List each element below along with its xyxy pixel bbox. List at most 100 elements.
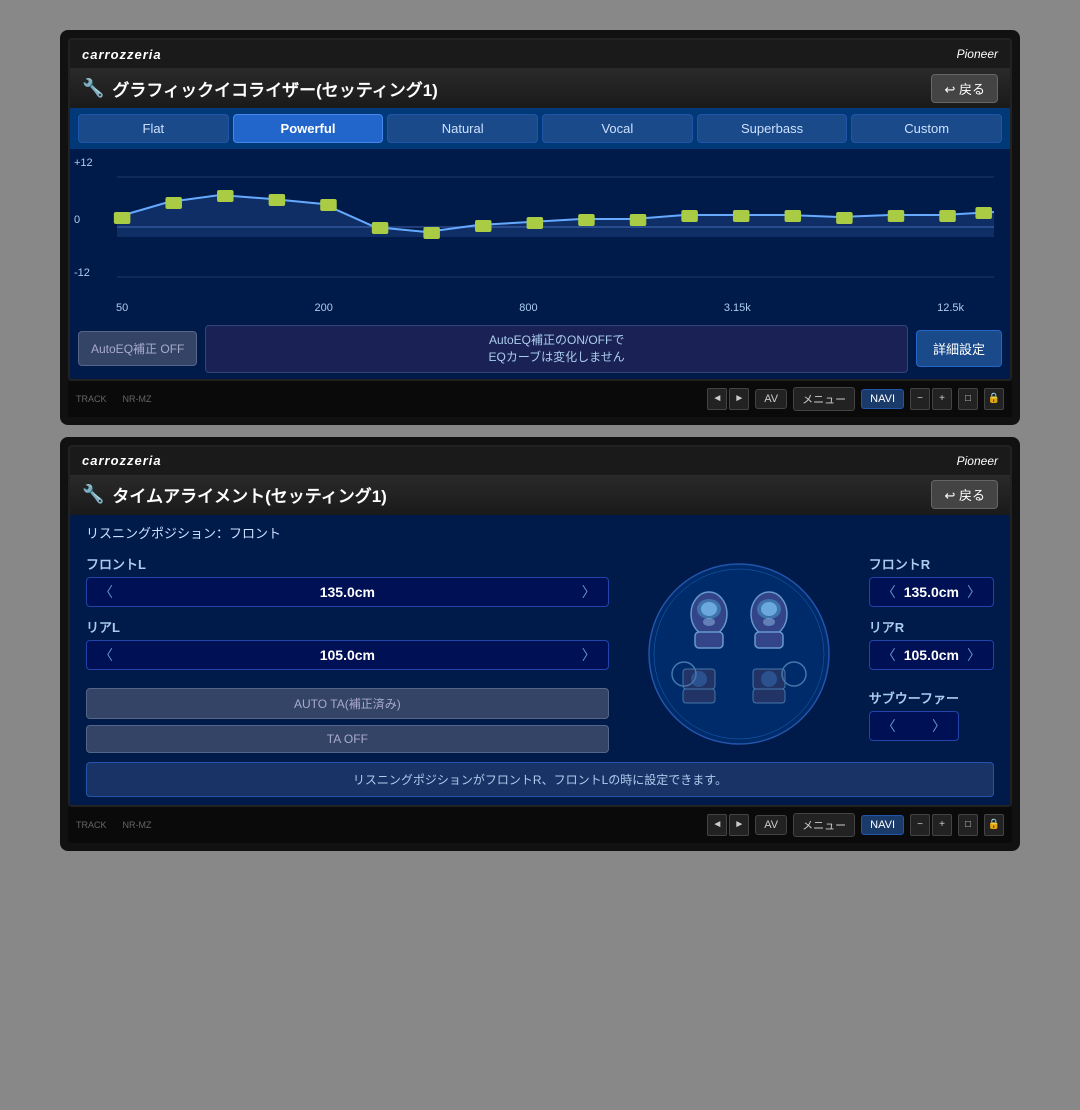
- ta-content: リスニングポジション：フロント フロントL 〈 135.0cm 〉: [70, 515, 1010, 805]
- eq-chart-svg: [86, 157, 994, 297]
- rear-r-value: 105.0cm: [904, 647, 959, 663]
- wrench-icon-bottom: 🔧: [82, 484, 104, 505]
- extra-btn-2[interactable]: 🔒: [984, 388, 1004, 410]
- top-screen: carrozzeria Pioneer 🔧 グラフィックイコライザー(セッティン…: [68, 38, 1012, 381]
- eq-freq-labels: 50 200 800 3.15k 12.5k: [86, 302, 994, 314]
- front-l-value: 135.0cm: [121, 584, 574, 600]
- freq-12k5: 12.5k: [937, 302, 964, 314]
- title-left-top: 🔧 グラフィックイコライザー(セッティング1): [82, 76, 438, 101]
- rear-r-down[interactable]: 〈: [878, 645, 900, 665]
- navi-button-bottom[interactable]: NAVI: [861, 815, 904, 835]
- y-label-minus12: -12: [74, 267, 90, 279]
- front-l-down[interactable]: 〈: [95, 582, 117, 602]
- autoeq-button[interactable]: AutoEQ補正 OFF: [78, 331, 197, 366]
- front-l-row: 〈 135.0cm 〉: [86, 577, 609, 607]
- ta-off-button[interactable]: TA OFF: [86, 725, 609, 753]
- bottom-device-unit: carrozzeria Pioneer 🔧 タイムアライメント(セッティング1)…: [60, 437, 1020, 851]
- vol-up-button[interactable]: +: [932, 388, 952, 410]
- extra-btn-1[interactable]: □: [958, 388, 978, 410]
- front-l-up[interactable]: 〉: [578, 582, 600, 602]
- ta-center-illustration: [609, 554, 869, 754]
- brand-right-bottom: Pioneer: [957, 454, 998, 468]
- model-text: NR-MZ: [123, 394, 152, 404]
- menu-button-top[interactable]: メニュー: [793, 387, 855, 411]
- eq-chart-area: +12 0 -12: [70, 149, 1010, 319]
- top-device-unit: carrozzeria Pioneer 🔧 グラフィックイコライザー(セッティン…: [60, 30, 1020, 425]
- av-button-bottom[interactable]: AV: [755, 815, 787, 835]
- tab-powerful[interactable]: Powerful: [233, 114, 384, 143]
- av-button-top[interactable]: AV: [755, 389, 787, 409]
- navi-button-top[interactable]: NAVI: [861, 389, 904, 409]
- sub-row: 〈 〉: [869, 711, 959, 741]
- freq-200: 200: [315, 302, 333, 314]
- title-bar-bottom: 🔧 タイムアライメント(セッティング1) ↩ 戻る: [70, 475, 1010, 515]
- ctrl-arrows-top: ◄ ►: [707, 388, 749, 410]
- vol-arrows-bottom: − +: [910, 814, 952, 836]
- vol-up-button-bottom[interactable]: +: [932, 814, 952, 836]
- ta-left-controls: フロントL 〈 135.0cm 〉 リアL 〈 105.0cm: [86, 554, 609, 754]
- ta-position-label: リスニングポジション：フロント: [86, 523, 994, 542]
- model-text-bottom: NR-MZ: [123, 820, 152, 830]
- rear-l-up[interactable]: 〉: [578, 645, 600, 665]
- autoeq-info: AutoEQ補正のON/OFFでEQカーブは変化しません: [205, 325, 908, 373]
- detail-button[interactable]: 詳細設定: [916, 330, 1002, 367]
- back-button-bottom[interactable]: ↩ 戻る: [931, 480, 998, 509]
- ctrl-info-bottom: TRACK NR-MZ: [76, 820, 152, 830]
- title-left-bottom: 🔧 タイムアライメント(セッティング1): [82, 482, 387, 507]
- front-r-down[interactable]: 〈: [878, 582, 900, 602]
- front-r-row: 〈 135.0cm 〉: [869, 577, 994, 607]
- next-button[interactable]: ►: [729, 388, 749, 410]
- ta-channel-frontl: フロントL 〈 135.0cm 〉: [86, 554, 609, 607]
- tab-superbass[interactable]: Superbass: [697, 114, 848, 143]
- extra-btn-4[interactable]: 🔒: [984, 814, 1004, 836]
- extra-btn-3[interactable]: □: [958, 814, 978, 836]
- vol-arrows-top: − +: [910, 388, 952, 410]
- ctrl-buttons-top: ◄ ► AV メニュー NAVI − + □ 🔒: [707, 387, 1004, 411]
- tab-flat[interactable]: Flat: [78, 114, 229, 143]
- next-button-bottom[interactable]: ►: [729, 814, 749, 836]
- ta-title: タイムアライメント(セッティング1): [112, 482, 386, 507]
- rear-l-value: 105.0cm: [121, 647, 574, 663]
- brand-left-top: carrozzeria: [82, 47, 162, 62]
- prev-button-bottom[interactable]: ◄: [707, 814, 727, 836]
- vol-down-button[interactable]: −: [910, 388, 930, 410]
- sub-up[interactable]: 〉: [928, 716, 950, 736]
- tab-custom[interactable]: Custom: [851, 114, 1002, 143]
- eq-tabs: Flat Powerful Natural Vocal Superbass Cu…: [70, 108, 1010, 149]
- freq-800: 800: [519, 302, 537, 314]
- back-button-top[interactable]: ↩ 戻る: [931, 74, 998, 103]
- ta-channel-rearl: リアL 〈 105.0cm 〉: [86, 617, 609, 670]
- ctrl-arrows-bottom: ◄ ►: [707, 814, 749, 836]
- title-bar-top: 🔧 グラフィックイコライザー(セッティング1) ↩ 戻る: [70, 68, 1010, 108]
- freq-3k15: 3.15k: [724, 302, 751, 314]
- ta-buttons: AUTO TA(補正済み) TA OFF: [86, 688, 609, 753]
- control-bar-bottom: TRACK NR-MZ ◄ ► AV メニュー NAVI − + □ 🔒: [68, 807, 1012, 843]
- rear-l-down[interactable]: 〈: [95, 645, 117, 665]
- ctrl-info-top: TRACK NR-MZ: [76, 394, 152, 404]
- eq-title: グラフィックイコライザー(セッティング1): [112, 76, 437, 101]
- ta-channel-sub: サブウーファー 〈 〉: [869, 688, 959, 741]
- rear-r-label: リアR: [869, 617, 994, 636]
- sub-down[interactable]: 〈: [878, 716, 900, 736]
- prev-button[interactable]: ◄: [707, 388, 727, 410]
- rear-r-up[interactable]: 〉: [963, 645, 985, 665]
- ta-info-bar: リスニングポジションがフロントR、フロントLの時に設定できます。: [86, 762, 994, 797]
- vol-down-button-bottom[interactable]: −: [910, 814, 930, 836]
- tab-natural[interactable]: Natural: [387, 114, 538, 143]
- ta-right-controls: フロントR 〈 135.0cm 〉 リアR 〈 105.0cm: [869, 554, 994, 754]
- front-r-up[interactable]: 〉: [963, 582, 985, 602]
- ta-channel-frontr: フロントR 〈 135.0cm 〉: [869, 554, 994, 607]
- control-bar-top: TRACK NR-MZ ◄ ► AV メニュー NAVI − + □ 🔒: [68, 381, 1012, 417]
- tab-vocal[interactable]: Vocal: [542, 114, 693, 143]
- rear-l-row: 〈 105.0cm 〉: [86, 640, 609, 670]
- ta-main-layout: フロントL 〈 135.0cm 〉 リアL 〈 105.0cm: [86, 554, 994, 754]
- sub-label: サブウーファー: [869, 688, 959, 707]
- ta-channel-rearr: リアR 〈 105.0cm 〉: [869, 617, 994, 670]
- brand-left-bottom: carrozzeria: [82, 453, 162, 468]
- car-seat-svg: [629, 554, 849, 754]
- menu-button-bottom[interactable]: メニュー: [793, 813, 855, 837]
- screen-header-top: carrozzeria Pioneer: [70, 40, 1010, 68]
- auto-ta-button[interactable]: AUTO TA(補正済み): [86, 688, 609, 719]
- brand-right-top: Pioneer: [957, 47, 998, 61]
- track-label-bottom: TRACK: [76, 820, 107, 830]
